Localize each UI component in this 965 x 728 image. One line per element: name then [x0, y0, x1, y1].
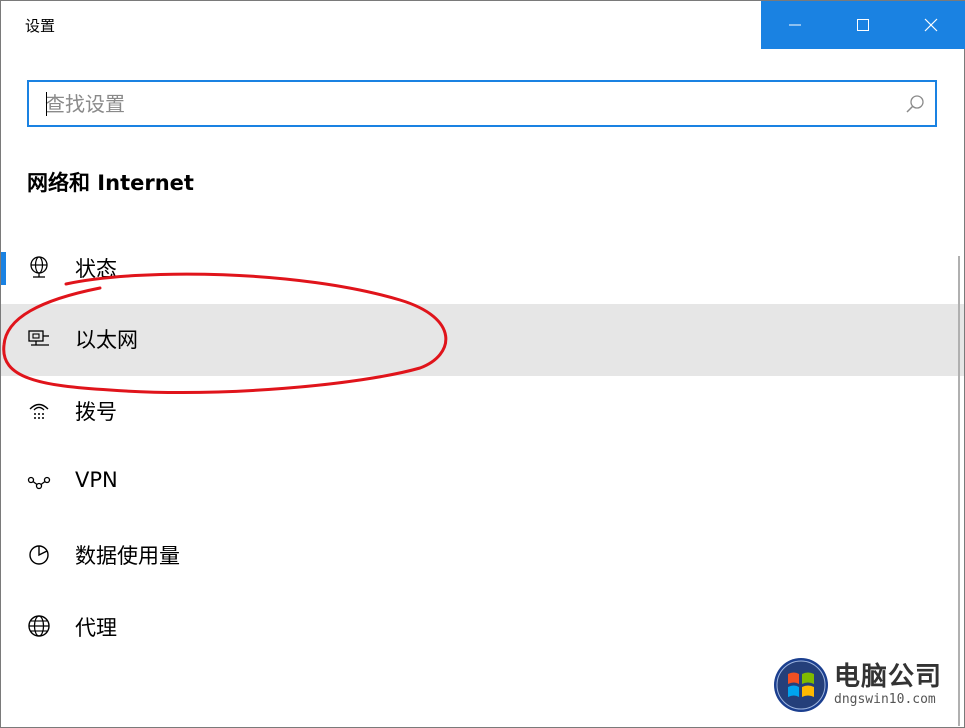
minimize-icon: [789, 24, 801, 26]
search-icon[interactable]: [905, 94, 925, 114]
nav-label-vpn: VPN: [75, 468, 118, 492]
nav-label-proxy: 代理: [75, 616, 117, 640]
watermark: 电脑公司 dngswin10.com: [772, 654, 957, 724]
close-button[interactable]: [897, 1, 965, 49]
text-caret: [46, 92, 47, 116]
maximize-icon: [857, 19, 869, 31]
window-title: 设置: [25, 17, 56, 35]
watermark-name: 电脑公司: [834, 662, 943, 692]
vpn-icon: [27, 476, 51, 490]
nav-item-data-usage[interactable]: 数据使用量: [1, 520, 964, 592]
close-icon: [924, 18, 938, 32]
ethernet-icon: [28, 330, 49, 346]
title-bar[interactable]: 设置: [1, 1, 965, 51]
minimize-button[interactable]: [761, 1, 829, 49]
nav-item-dialup[interactable]: 拨号: [1, 376, 964, 448]
search-box[interactable]: [27, 80, 937, 127]
nav-item-status[interactable]: 状态: [1, 233, 964, 305]
watermark-url: dngswin10.com: [834, 692, 936, 707]
section-title: 网络和 Internet: [27, 171, 194, 195]
dialup-icon: [29, 403, 49, 419]
nav-item-vpn[interactable]: VPN: [1, 448, 964, 520]
caption-buttons: [761, 1, 965, 49]
data-usage-icon: [29, 545, 49, 565]
nav-label-ethernet: 以太网: [75, 328, 138, 352]
nav-label-dialup: 拨号: [75, 400, 117, 424]
active-indicator: [1, 252, 6, 285]
windows-logo-icon: [774, 658, 828, 712]
globe-proxy-icon: [28, 615, 50, 637]
scrollbar[interactable]: [958, 256, 960, 726]
nav-item-ethernet[interactable]: 以太网: [1, 304, 964, 376]
nav-label-data-usage: 数据使用量: [75, 544, 180, 568]
globe-status-icon: [30, 256, 48, 278]
nav-label-status: 状态: [75, 257, 117, 281]
search-input[interactable]: [45, 82, 885, 125]
maximize-button[interactable]: [829, 1, 897, 49]
settings-window: 设置 网络和 Internet: [0, 0, 965, 728]
